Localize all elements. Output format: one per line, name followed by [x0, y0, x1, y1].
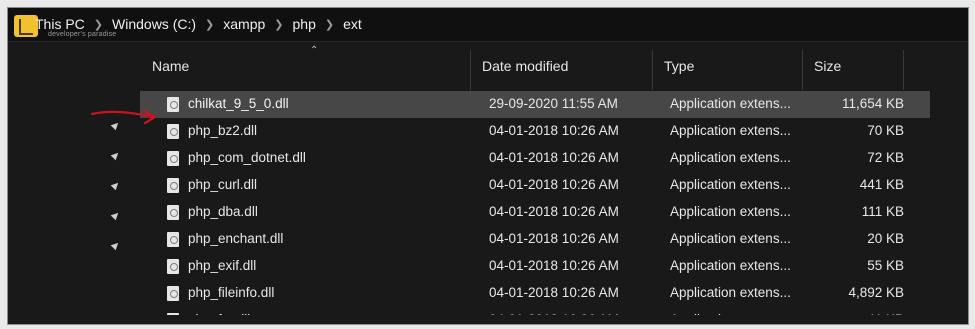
- file-size: 41 KB: [867, 312, 904, 324]
- watermark-text: developer's paradise: [48, 31, 117, 38]
- annotation-arrow-icon: [90, 109, 157, 125]
- pin-icon[interactable]: ▲: [106, 205, 126, 225]
- file-row[interactable]: php_curl.dll 04-01-2018 10:26 AM Applica…: [140, 172, 930, 199]
- file-row[interactable]: php_bz2.dll 04-01-2018 10:26 AM Applicat…: [140, 118, 930, 145]
- pin-icon[interactable]: ▲: [106, 145, 126, 165]
- breadcrumb-this-pc[interactable]: This PC: [35, 16, 85, 32]
- file-name: php_exif.dll: [188, 258, 257, 273]
- dll-file-icon: [167, 97, 179, 112]
- file-size: 441 KB: [859, 177, 904, 192]
- dll-file-icon: [167, 232, 179, 247]
- file-name: php_ftp.dll: [188, 312, 251, 324]
- breadcrumb-windows-c[interactable]: Windows (C:): [112, 16, 196, 32]
- file-name: php_curl.dll: [188, 177, 258, 192]
- address-bar[interactable]: This PC ❯ Windows (C:) ❯ xampp ❯ php ❯ e…: [8, 8, 968, 42]
- navigation-pane: ▲ ▲ ▲ ▲ ▲: [8, 42, 136, 324]
- file-name: php_bz2.dll: [188, 123, 258, 138]
- file-size: 20 KB: [867, 231, 904, 246]
- file-size: 72 KB: [867, 150, 904, 165]
- file-row-partial[interactable]: php_ftp.dll 04-01-2018 10:26 AM Applicat…: [140, 307, 930, 324]
- column-header-date-label: Date modified: [482, 58, 569, 74]
- file-row[interactable]: php_fileinfo.dll 04-01-2018 10:26 AM App…: [140, 280, 930, 307]
- file-list: ⌃ Name Date modified Type Size chilkat_9…: [140, 42, 968, 324]
- chevron-right-icon: ❯: [324, 18, 335, 31]
- file-type: Application extens...: [670, 204, 791, 219]
- column-header-name[interactable]: ⌃ Name: [140, 42, 470, 91]
- dll-file-icon: [167, 286, 179, 301]
- column-header-type[interactable]: Type: [652, 42, 802, 91]
- file-type: Application extens...: [670, 258, 791, 273]
- file-name: chilkat_9_5_0.dll: [188, 96, 289, 111]
- pin-icon[interactable]: ▲: [106, 235, 126, 255]
- sort-up-icon: ⌃: [310, 45, 319, 56]
- column-header-date-modified[interactable]: Date modified: [470, 42, 652, 91]
- file-size: 55 KB: [867, 258, 904, 273]
- file-type: Application extens...: [670, 285, 791, 300]
- file-row[interactable]: php_exif.dll 04-01-2018 10:26 AM Applica…: [140, 253, 930, 280]
- file-type: Application extens...: [670, 96, 791, 111]
- file-size: 70 KB: [867, 123, 904, 138]
- file-size: 4,892 KB: [848, 285, 904, 300]
- file-date: 04-01-2018 10:26 AM: [489, 204, 619, 219]
- file-date: 04-01-2018 10:26 AM: [489, 231, 619, 246]
- dll-file-icon: [167, 259, 179, 274]
- file-size: 11,654 KB: [841, 96, 904, 111]
- file-name: php_fileinfo.dll: [188, 285, 275, 300]
- column-header-size-label: Size: [814, 58, 842, 74]
- file-row[interactable]: php_com_dotnet.dll 04-01-2018 10:26 AM A…: [140, 145, 930, 172]
- chevron-right-icon: ❯: [274, 18, 284, 31]
- chevron-right-icon: ❯: [93, 18, 104, 31]
- file-name: php_dba.dll: [188, 204, 258, 219]
- file-date: 04-01-2018 10:26 AM: [489, 258, 619, 273]
- file-name: php_enchant.dll: [188, 231, 284, 246]
- file-explorer-window: This PC ❯ Windows (C:) ❯ xampp ❯ php ❯ e…: [8, 8, 968, 324]
- breadcrumb-xampp[interactable]: xampp: [223, 16, 265, 32]
- file-row[interactable]: php_enchant.dll 04-01-2018 10:26 AM Appl…: [140, 226, 930, 253]
- file-date: 04-01-2018 10:26 AM: [489, 177, 619, 192]
- column-header-size[interactable]: Size: [802, 42, 904, 91]
- file-row[interactable]: php_dba.dll 04-01-2018 10:26 AM Applicat…: [140, 199, 930, 226]
- file-type: Application extens...: [670, 312, 791, 324]
- column-header-row: ⌃ Name Date modified Type Size: [140, 42, 910, 91]
- file-type: Application extens...: [670, 123, 791, 138]
- file-date: 04-01-2018 10:26 AM: [489, 312, 619, 324]
- file-date: 04-01-2018 10:26 AM: [489, 123, 619, 138]
- column-header-type-label: Type: [664, 58, 695, 74]
- file-rows: chilkat_9_5_0.dll 29-09-2020 11:55 AM Ap…: [140, 91, 930, 315]
- dll-file-icon: [167, 151, 179, 166]
- breadcrumb-ext[interactable]: ext: [343, 16, 362, 32]
- pin-icon[interactable]: ▲: [106, 175, 126, 195]
- file-type: Application extens...: [670, 231, 791, 246]
- file-size: 111 KB: [861, 204, 904, 219]
- chevron-right-icon: ❯: [205, 18, 215, 31]
- file-name: php_com_dotnet.dll: [188, 150, 306, 165]
- file-date: 29-09-2020 11:55 AM: [489, 96, 618, 111]
- dll-file-icon: [167, 178, 179, 193]
- dll-file-icon: [167, 313, 179, 315]
- file-date: 04-01-2018 10:26 AM: [489, 285, 619, 300]
- file-row-selected[interactable]: chilkat_9_5_0.dll 29-09-2020 11:55 AM Ap…: [140, 91, 930, 118]
- dll-file-icon: [167, 205, 179, 220]
- column-header-name-label: Name: [152, 58, 190, 74]
- file-type: Application extens...: [670, 150, 791, 165]
- file-date: 04-01-2018 10:26 AM: [489, 150, 619, 165]
- file-type: Application extens...: [670, 177, 791, 192]
- dll-file-icon: [167, 124, 179, 139]
